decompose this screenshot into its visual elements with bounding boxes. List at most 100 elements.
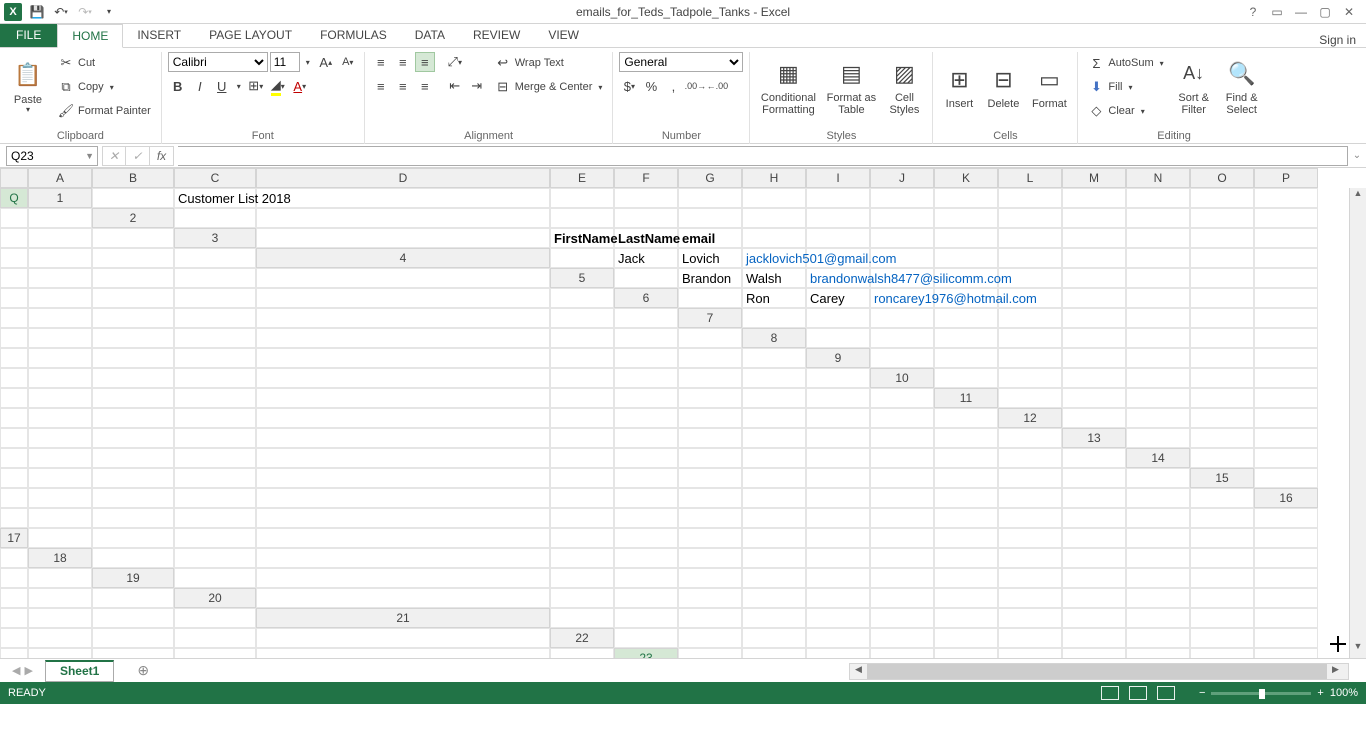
cell-O9[interactable]	[678, 368, 742, 388]
cell-E2[interactable]	[678, 208, 742, 228]
align-right-button[interactable]: ≡	[415, 76, 435, 96]
name-box-dropdown[interactable]: ▼	[85, 151, 97, 161]
maximize-button[interactable]: ▢	[1316, 5, 1334, 19]
cell-P17[interactable]	[1254, 528, 1318, 548]
cell-K11[interactable]	[550, 408, 614, 428]
col-header-G[interactable]: G	[678, 168, 742, 188]
cell-C15[interactable]	[28, 488, 92, 508]
cell-J22[interactable]	[1190, 628, 1254, 648]
cell-L3[interactable]	[1190, 228, 1254, 248]
cell-O20[interactable]	[28, 608, 92, 628]
cell-E21[interactable]	[806, 608, 870, 628]
cell-C14[interactable]	[0, 468, 28, 488]
cell-Q13[interactable]	[1062, 448, 1126, 468]
cell-A1[interactable]	[92, 188, 174, 208]
cell-C13[interactable]	[1254, 428, 1318, 448]
cell-I2[interactable]	[934, 208, 998, 228]
cell-H4[interactable]	[998, 248, 1062, 268]
decrease-font-button[interactable]: A▾	[338, 52, 358, 72]
cell-D3[interactable]: email	[678, 228, 742, 248]
cell-G19[interactable]	[806, 568, 870, 588]
cell-D19[interactable]	[614, 568, 678, 588]
cell-P8[interactable]	[678, 348, 742, 368]
cell-D4[interactable]: jacklovich501@gmail.com	[742, 248, 806, 268]
cell-H23[interactable]	[1126, 648, 1190, 658]
cell-N11[interactable]	[742, 408, 806, 428]
cell-Q20[interactable]	[174, 608, 256, 628]
cell-K15[interactable]	[806, 488, 870, 508]
cell-D12[interactable]	[1254, 408, 1318, 428]
cell-I11[interactable]	[174, 408, 256, 428]
cell-P18[interactable]	[0, 568, 28, 588]
cell-M22[interactable]	[28, 648, 92, 658]
cell-J10[interactable]	[174, 388, 256, 408]
scroll-up-button[interactable]: ▲	[1350, 188, 1366, 205]
cell-P22[interactable]	[256, 648, 550, 658]
cell-D20[interactable]	[678, 588, 742, 608]
cell-L5[interactable]	[0, 288, 28, 308]
col-header-F[interactable]: F	[614, 168, 678, 188]
row-header-1[interactable]: 1	[28, 188, 92, 208]
cell-C3[interactable]: LastName	[614, 228, 678, 248]
cell-M12[interactable]	[742, 428, 806, 448]
cell-E10[interactable]	[1190, 368, 1254, 388]
percent-format-button[interactable]: %	[641, 76, 661, 96]
cell-B6[interactable]: Ron	[742, 288, 806, 308]
cell-A22[interactable]	[614, 628, 678, 648]
cell-M16[interactable]	[998, 508, 1062, 528]
cell-H19[interactable]	[870, 568, 934, 588]
cell-P7[interactable]	[614, 328, 678, 348]
zoom-thumb[interactable]	[1259, 689, 1265, 699]
cell-C5[interactable]: Walsh	[742, 268, 806, 288]
delete-cells-button[interactable]: ⊟Delete	[983, 52, 1023, 122]
cell-B23[interactable]	[742, 648, 806, 658]
col-header-O[interactable]: O	[1190, 168, 1254, 188]
cell-N5[interactable]	[92, 288, 174, 308]
cell-L20[interactable]	[1190, 588, 1254, 608]
cell-J21[interactable]	[1126, 608, 1190, 628]
cell-E14[interactable]	[92, 468, 174, 488]
row-header-4[interactable]: 4	[256, 248, 550, 268]
sheet-nav-prev[interactable]: ◀	[10, 664, 22, 677]
cell-F9[interactable]	[1190, 348, 1254, 368]
cell-K21[interactable]	[1190, 608, 1254, 628]
cell-C9[interactable]	[998, 348, 1062, 368]
cell-J17[interactable]	[870, 528, 934, 548]
cell-F1[interactable]	[678, 188, 742, 208]
cell-L18[interactable]	[1062, 548, 1126, 568]
decrease-decimal-button[interactable]: ←.00	[707, 76, 727, 96]
sheet-nav-next[interactable]: ▶	[22, 664, 34, 677]
spreadsheet-grid[interactable]: ABCDEFGHIJKLMNOPQ1Customer List 201823Fi…	[0, 168, 1366, 658]
copy-button[interactable]: ⧉Copy▾	[54, 76, 155, 98]
cell-M18[interactable]	[1126, 548, 1190, 568]
cell-A19[interactable]	[174, 568, 256, 588]
cell-B1[interactable]: Customer List 2018	[174, 188, 256, 208]
cell-N6[interactable]	[174, 308, 256, 328]
cell-I15[interactable]	[678, 488, 742, 508]
cell-O5[interactable]	[174, 288, 256, 308]
row-header-3[interactable]: 3	[174, 228, 256, 248]
cell-G14[interactable]	[256, 468, 550, 488]
cell-D11[interactable]	[1190, 388, 1254, 408]
insert-function-button[interactable]: fx	[150, 146, 174, 166]
cell-G3[interactable]	[870, 228, 934, 248]
cell-F17[interactable]	[614, 528, 678, 548]
cell-D5[interactable]: brandonwalsh8477@silicomm.com	[806, 268, 870, 288]
cell-B16[interactable]	[28, 508, 92, 528]
cell-D23[interactable]	[870, 648, 934, 658]
cell-A13[interactable]	[1126, 428, 1190, 448]
fill-button[interactable]: ⬇Fill▾	[1084, 76, 1167, 98]
cell-F11[interactable]	[0, 408, 28, 428]
cell-N19[interactable]	[1254, 568, 1318, 588]
insert-cells-button[interactable]: ⊞Insert	[939, 52, 979, 122]
horizontal-scrollbar[interactable]: ◀ ▶	[849, 663, 1349, 680]
cell-L1[interactable]	[1062, 188, 1126, 208]
ribbon-options-button[interactable]: ▭	[1268, 5, 1286, 19]
cell-H11[interactable]	[92, 408, 174, 428]
cell-I16[interactable]	[742, 508, 806, 528]
zoom-level[interactable]: 100%	[1330, 687, 1358, 699]
find-select-button[interactable]: 🔍Find & Select	[1220, 52, 1264, 122]
cell-C18[interactable]	[256, 548, 550, 568]
cell-I1[interactable]	[870, 188, 934, 208]
align-top-button[interactable]: ≡	[371, 52, 391, 72]
